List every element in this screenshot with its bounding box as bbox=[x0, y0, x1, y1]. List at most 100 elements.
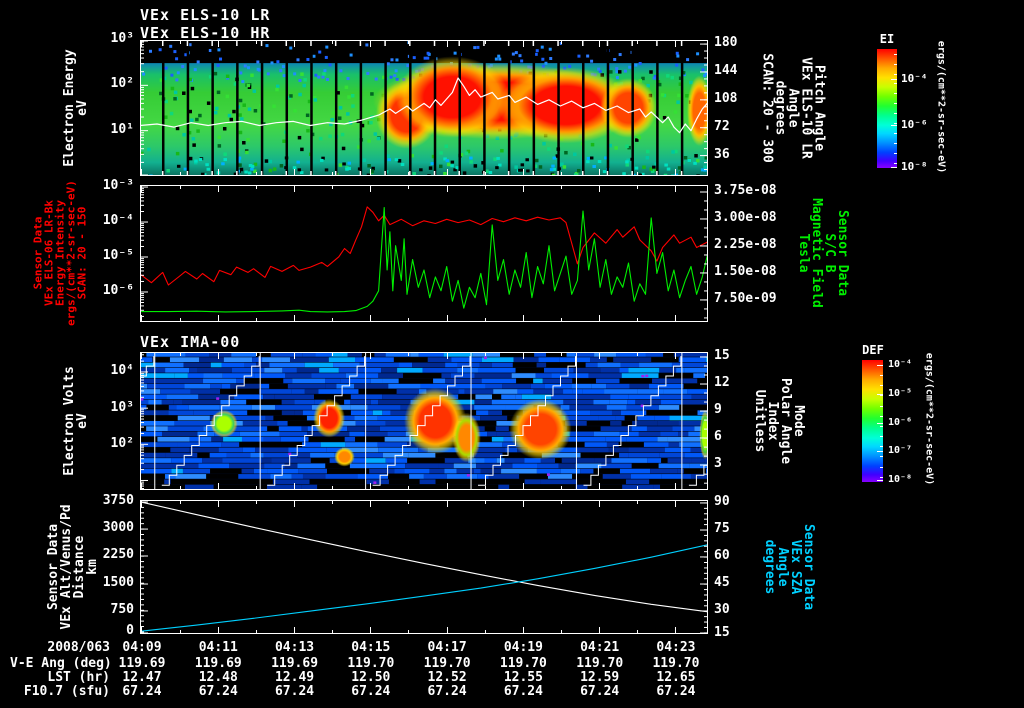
table-value: 67.24 bbox=[656, 684, 696, 699]
bfield-tick-label: 1.50e-08 bbox=[714, 263, 777, 279]
sza-tick-label: 75 bbox=[714, 521, 730, 537]
table-value: 119.69 bbox=[271, 656, 319, 671]
colorbar-tick bbox=[880, 364, 883, 366]
intensity-bfield-canvas bbox=[140, 185, 708, 322]
table-value: 12.48 bbox=[198, 670, 238, 685]
table-value: 12.59 bbox=[580, 670, 620, 685]
pitch-angle-tick-label: 180 bbox=[714, 35, 738, 51]
table-value: 119.70 bbox=[423, 656, 471, 671]
time-tick-label: 04:19 bbox=[503, 640, 543, 655]
intensity-ytick-label: 10⁻⁴ bbox=[102, 212, 134, 228]
colorbar-tick bbox=[880, 425, 883, 427]
time-tick-label: 04:09 bbox=[122, 640, 162, 655]
time-tick-label: 04:21 bbox=[580, 640, 620, 655]
index-tick-label: 6 bbox=[714, 428, 722, 444]
def-colorbar-tick-label: 10⁻⁸ bbox=[888, 474, 913, 486]
altitude-tick-label: 3750 bbox=[102, 493, 134, 508]
ima-right-label-line: Unitless bbox=[752, 389, 767, 453]
colorbar-tick bbox=[894, 103, 897, 105]
ima-right-label-line: Mode bbox=[791, 405, 806, 437]
def-colorbar-title: DEF bbox=[862, 343, 884, 357]
els-ylabel-line: eV bbox=[75, 100, 90, 116]
pitch-angle-tick-label: 144 bbox=[714, 62, 738, 78]
sza-tick-label: 60 bbox=[714, 547, 730, 563]
ei-colorbar-title: EI bbox=[879, 32, 895, 46]
bfield-tick-label: 2.25e-08 bbox=[714, 236, 777, 252]
colorbar-tick bbox=[894, 162, 897, 164]
ei-colorbar-tick-label: 10⁻⁶ bbox=[901, 118, 928, 132]
def-colorbar-tick-label: 10⁻⁷ bbox=[888, 445, 913, 456]
colorbar-tick bbox=[877, 480, 883, 482]
intensity-ytick-label: 10⁻⁵ bbox=[102, 247, 134, 263]
altitude-tick-label: 3000 bbox=[102, 520, 134, 536]
colorbar-tick bbox=[891, 125, 897, 127]
time-tick-label: 04:15 bbox=[351, 640, 391, 655]
trajectory-panel bbox=[140, 500, 708, 634]
sza-right-label-line: Sensor Data bbox=[801, 523, 816, 611]
table-value: 67.24 bbox=[274, 684, 315, 699]
colorbar-tick bbox=[894, 83, 897, 85]
colorbar-tick bbox=[891, 167, 897, 169]
time-tick-label: 04:17 bbox=[427, 640, 467, 655]
els-spectrogram-canvas bbox=[140, 40, 708, 176]
time-tick-label: 04:23 bbox=[656, 640, 696, 655]
ei-colorbar bbox=[877, 49, 897, 168]
altitude-tick-label: 2250 bbox=[102, 547, 134, 562]
colorbar-tick bbox=[880, 405, 883, 407]
table-value: 12.52 bbox=[427, 670, 467, 685]
colorbar-tick bbox=[880, 476, 883, 478]
table-value: 12.50 bbox=[351, 670, 391, 685]
table-value: 119.70 bbox=[576, 656, 624, 671]
pitch-angle-tick-label: 108 bbox=[714, 90, 738, 106]
ima-ytick-label: 10² bbox=[110, 436, 134, 451]
els-right-label-line: Pitch Angle bbox=[811, 64, 827, 152]
time-tick-label: 04:11 bbox=[198, 640, 238, 655]
ima-ytick-label: 10³ bbox=[110, 399, 134, 415]
table-value: 119.70 bbox=[499, 656, 547, 671]
colorbar-tick bbox=[880, 456, 883, 458]
els-title-lr: VEx ELS-10 LR bbox=[140, 6, 271, 24]
ima-spectrogram-canvas bbox=[140, 352, 708, 490]
sza-tick-label: 30 bbox=[714, 601, 730, 617]
sza-tick-label: 45 bbox=[714, 575, 730, 591]
colorbar-tick bbox=[877, 422, 883, 424]
bfield-right-label-line: Magnetic Field bbox=[809, 198, 824, 308]
colorbar-tick bbox=[877, 451, 883, 452]
colorbar-tick bbox=[880, 415, 883, 417]
time-tick-label: 04:13 bbox=[274, 640, 315, 655]
def-colorbar bbox=[862, 360, 883, 482]
pitch-angle-tick-label: 36 bbox=[714, 146, 730, 162]
intensity-bfield-panel bbox=[140, 185, 708, 322]
colorbar-tick bbox=[894, 113, 897, 115]
table-row-label-veang: V-E Ang (deg) bbox=[10, 656, 112, 671]
index-tick-label: 12 bbox=[714, 375, 730, 391]
ima-ytick-label: 10⁴ bbox=[110, 363, 134, 378]
sza-tick-label: 90 bbox=[714, 493, 730, 509]
table-value: 119.70 bbox=[347, 656, 395, 671]
table-value: 12.65 bbox=[656, 670, 696, 685]
table-value: 119.70 bbox=[652, 656, 700, 671]
ima-ylabel-line: eV bbox=[75, 413, 90, 429]
table-value: 119.69 bbox=[118, 656, 166, 671]
colorbar-tick bbox=[880, 466, 883, 468]
trajectory-canvas bbox=[140, 500, 708, 634]
sza-right-label-line: Angle bbox=[775, 547, 790, 587]
colorbar-tick bbox=[894, 93, 897, 95]
table-row-label-f107: F10.7 (sfu) bbox=[23, 684, 110, 699]
intensity-ytick-label: 10⁻³ bbox=[102, 178, 134, 194]
date-label: 2008/063 bbox=[47, 640, 110, 655]
index-tick-label: 15 bbox=[714, 347, 730, 363]
els-spectrogram-panel bbox=[140, 40, 708, 176]
def-colorbar-tick-label: 10⁻⁴ bbox=[888, 359, 913, 370]
colorbar-tick bbox=[894, 63, 897, 65]
bfield-tick-label: 7.50e-09 bbox=[714, 290, 777, 306]
table-value: 67.24 bbox=[580, 684, 620, 699]
sza-right-label-line: degrees bbox=[762, 539, 777, 595]
colorbar-tick bbox=[894, 123, 897, 125]
els-ytick-label: 10³ bbox=[110, 31, 134, 46]
els-right-label-line: VEx ELS-10 LR bbox=[798, 57, 814, 159]
ei-colorbar-tick-label: 10⁻⁸ bbox=[901, 160, 928, 174]
index-tick-label: 3 bbox=[714, 456, 722, 472]
index-tick-label: 9 bbox=[714, 402, 722, 418]
pitch-angle-tick-label: 72 bbox=[714, 118, 730, 134]
